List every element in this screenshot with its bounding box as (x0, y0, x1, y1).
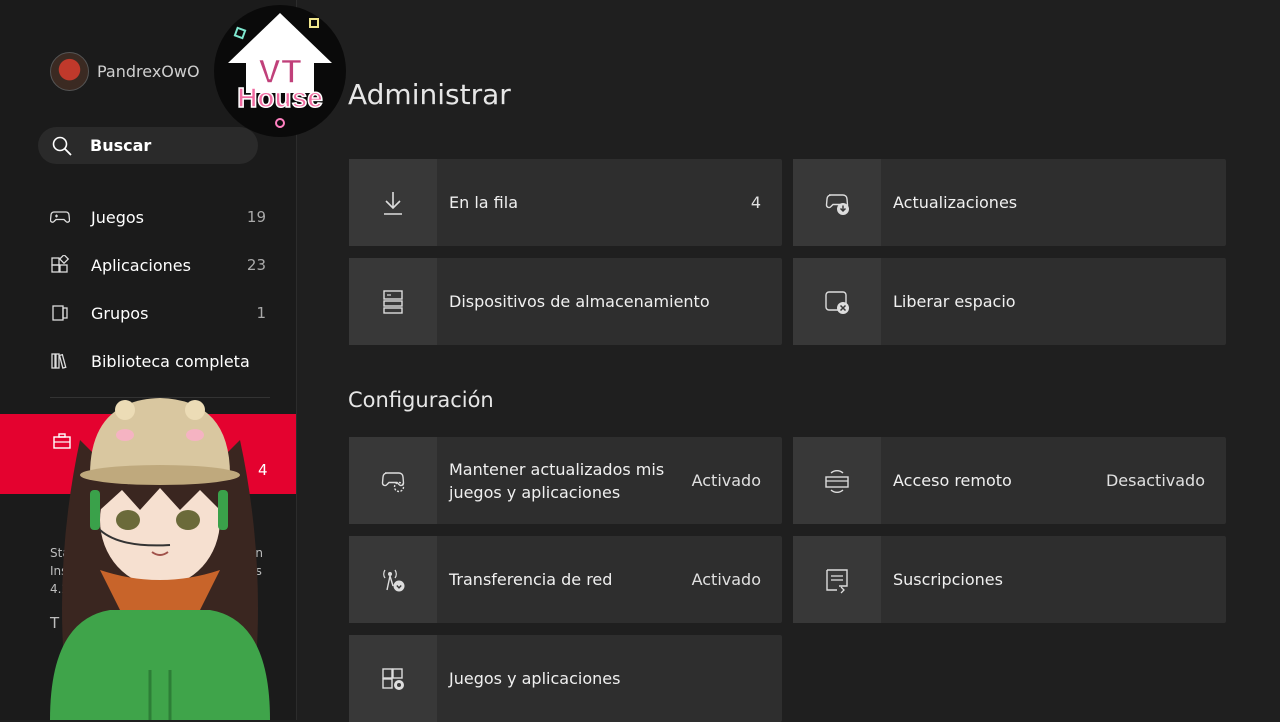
tile-label-line: Mantener actualizados mis (449, 459, 665, 479)
free-space-icon (825, 290, 849, 314)
tile-icon-box (349, 159, 437, 246)
tile-keep-updated[interactable]: Mantener actualizados mis juegos y aplic… (349, 437, 782, 524)
tile-value: 4 (750, 193, 761, 212)
tile-label: En la fila (449, 193, 518, 212)
search-label: Buscar (90, 136, 152, 155)
tile-icon-box (349, 258, 437, 345)
vtuber-avatar-image (50, 398, 270, 720)
sidebar-item-count: 23 (246, 256, 266, 274)
groups-icon (52, 305, 68, 321)
tile-icon-box (349, 635, 437, 722)
sidebar-item-count: 1 (256, 304, 266, 322)
tile-value: Activado (691, 471, 761, 490)
storage-icon (383, 289, 403, 314)
tile-icon-box (793, 258, 881, 345)
sidebar-item-groups[interactable]: Grupos 1 (50, 298, 270, 328)
tile-label-line: juegos y aplicaciones (449, 482, 621, 502)
sidebar-item-apps[interactable]: Aplicaciones 23 (50, 250, 270, 280)
avatar[interactable] (50, 52, 89, 91)
tile-label: Liberar espacio (893, 292, 1016, 311)
apps-icon (51, 255, 70, 273)
tile-label: Transferencia de red (449, 570, 613, 589)
tile-label: Actualizaciones (893, 193, 1018, 212)
tile-updates[interactable]: Actualizaciones (793, 159, 1226, 246)
controller-update-icon (825, 193, 849, 215)
subscriptions-icon (826, 568, 848, 593)
tile-subscriptions[interactable]: Suscripciones (793, 536, 1226, 623)
tile-value: Desactivado (1105, 471, 1205, 490)
logo-text-house: House (237, 82, 323, 113)
page-title: Administrar (348, 78, 511, 111)
library-icon (51, 353, 67, 369)
sidebar-item-label: Juegos (91, 207, 144, 227)
remote-access-icon (825, 469, 849, 493)
gamertag: PandrexOwO (97, 62, 200, 81)
search-button[interactable]: Buscar (38, 127, 258, 164)
sidebar-item-full-library[interactable]: Biblioteca completa (50, 346, 270, 376)
tile-games-apps[interactable]: Juegos y aplicaciones (349, 635, 782, 722)
tile-icon-box (349, 536, 437, 623)
sidebar-item-label: Grupos (91, 303, 149, 323)
tile-icon-box (793, 536, 881, 623)
tile-label: Juegos y aplicaciones (449, 669, 621, 688)
games-apps-settings-icon (382, 667, 404, 690)
tile-free-space[interactable]: Liberar espacio (793, 258, 1226, 345)
tile-value: Activado (691, 570, 761, 589)
logo-graphic: VT House (228, 13, 332, 128)
tile-label: Suscripciones (893, 570, 1003, 589)
sidebar-item-games[interactable]: Juegos 19 (50, 202, 270, 232)
controller-sync-icon (381, 471, 405, 492)
tile-label: Acceso remoto (893, 471, 1012, 490)
tile-icon-box (349, 437, 437, 524)
tile-storage-devices[interactable]: Dispositivos de almacenamiento (349, 258, 782, 345)
vt-house-logo: VT House (214, 5, 346, 137)
download-icon (384, 191, 402, 215)
section-title-config: Configuración (348, 388, 494, 412)
tile-remote-access[interactable]: Acceso remoto Desactivado (793, 437, 1226, 524)
network-transfer-icon (383, 569, 405, 591)
tile-queue[interactable]: En la fila 4 (349, 159, 782, 246)
search-icon (52, 136, 72, 156)
tile-label: Dispositivos de almacenamiento (449, 292, 710, 311)
gamepad-icon (50, 211, 70, 223)
sidebar-item-label: Aplicaciones (91, 255, 191, 275)
tile-icon-box (793, 159, 881, 246)
tile-network-transfer[interactable]: Transferencia de red Activado (349, 536, 782, 623)
tile-label: Mantener actualizados mis juegos y aplic… (449, 458, 664, 504)
tile-icon-box (793, 437, 881, 524)
sidebar-item-count: 19 (246, 208, 266, 226)
sidebar-item-label: Biblioteca completa (91, 351, 250, 371)
profile[interactable]: PandrexOwO (50, 52, 200, 91)
